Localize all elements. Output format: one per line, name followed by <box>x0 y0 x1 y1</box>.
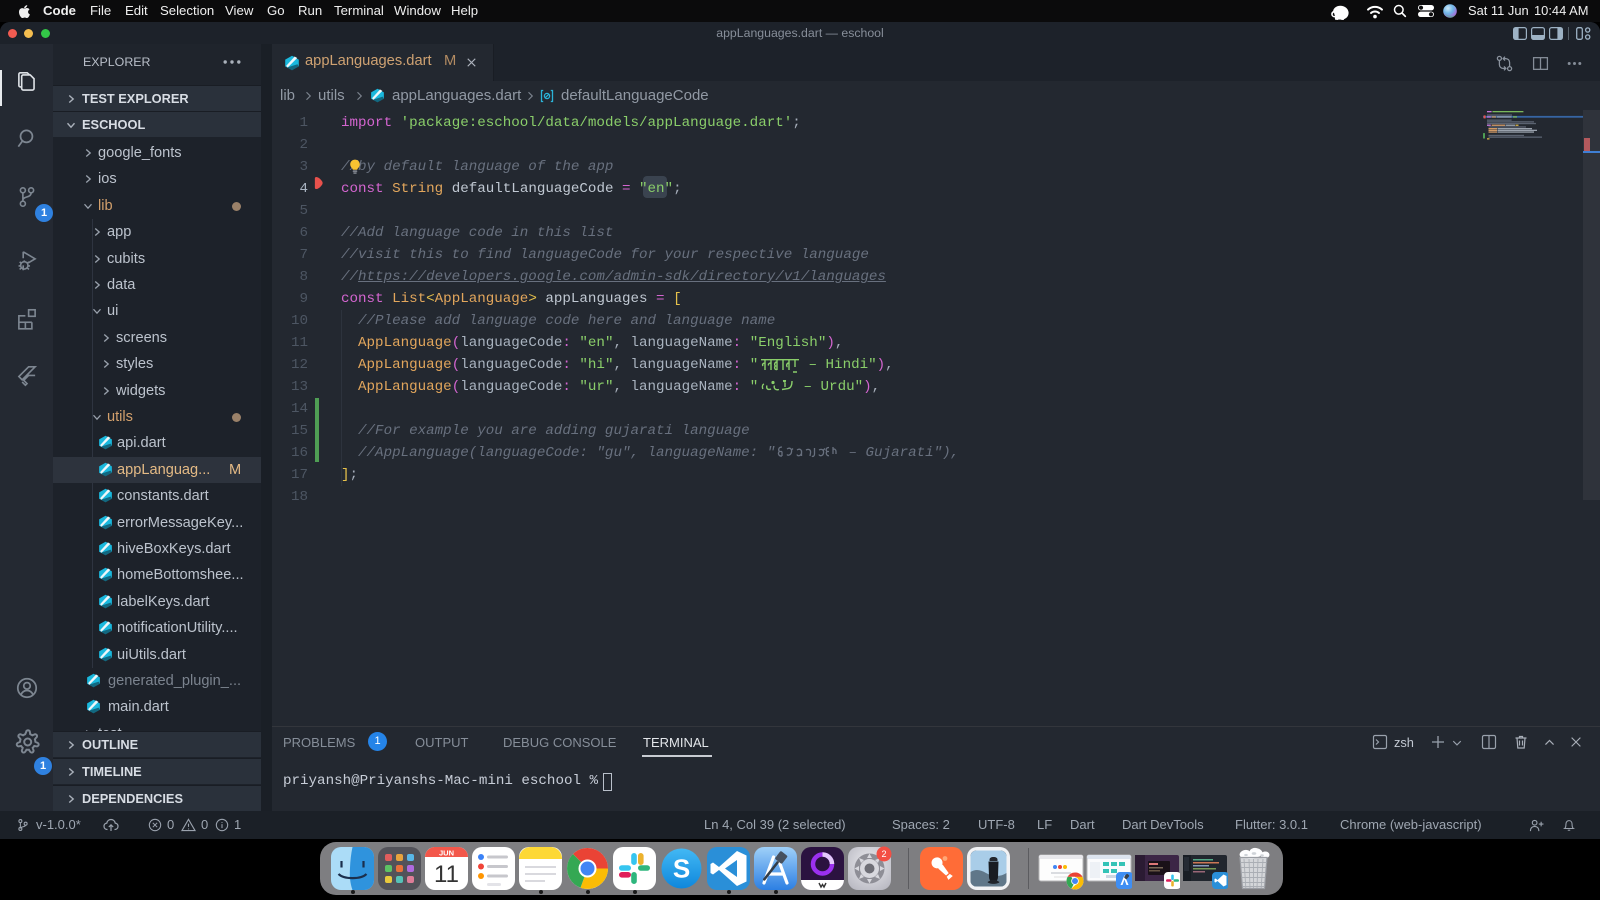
svg-text:11: 11 <box>434 861 459 888</box>
svg-text:2: 2 <box>881 849 886 859</box>
svg-text:JUN: JUN <box>439 849 454 858</box>
svg-text:S: S <box>673 854 690 884</box>
